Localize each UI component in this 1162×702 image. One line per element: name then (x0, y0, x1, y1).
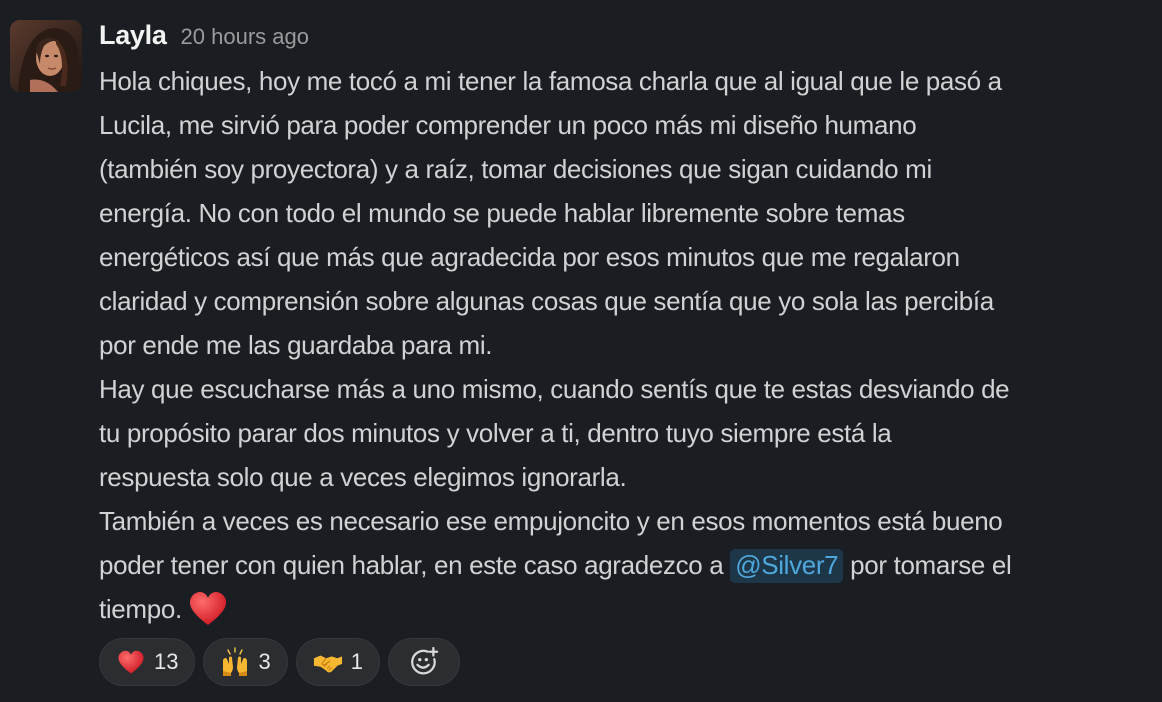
message-line: Hay que escucharse más a uno mismo, cuan… (99, 374, 1010, 404)
avatar-image (10, 20, 82, 92)
chat-message: Layla 20 hours ago Hola chiques, hoy me … (0, 0, 1162, 702)
message-line: claridad y comprensión sobre algunas cos… (99, 286, 994, 316)
add-reaction-button[interactable] (387, 638, 460, 686)
add-reaction-icon (409, 646, 439, 677)
message-header: Layla 20 hours ago (99, 20, 309, 56)
message-line: tu propósito parar dos minutos y volver … (99, 418, 892, 448)
message-line-with-mention: poder tener con quien hablar, en este ca… (99, 543, 1159, 587)
heart-emoji (188, 591, 228, 627)
message-line: respuesta solo que a veces elegimos igno… (99, 462, 627, 492)
user-mention[interactable]: @Silver7 (730, 549, 844, 583)
reaction-count: 13 (154, 649, 179, 674)
message-line: Hola chiques, hoy me tocó a mi tener la … (99, 66, 1002, 96)
message-line: por ende me las guardaba para mi. (99, 330, 493, 360)
message-line: Lucila, me sirvió para poder comprender … (99, 110, 917, 140)
message-line: tiempo. (99, 594, 182, 624)
reaction-raised-hands[interactable]: 3 (203, 638, 288, 686)
avatar[interactable] (10, 20, 82, 92)
reaction-handshake[interactable]: 1 (295, 638, 380, 686)
message-line: energía. No con todo el mundo se puede h… (99, 198, 905, 228)
reaction-count: 1 (350, 649, 363, 674)
author-name[interactable]: Layla (99, 20, 167, 51)
reactions-bar: 13 3 1 (99, 638, 460, 686)
mention-prefix-text: poder tener con quien hablar, en este ca… (99, 550, 731, 580)
reaction-count: 3 (258, 649, 271, 674)
mention-suffix-text: por tomarse el (843, 550, 1012, 580)
timestamp[interactable]: 20 hours ago (181, 24, 309, 50)
message-last-line: tiempo. (99, 587, 1159, 631)
reaction-heart[interactable]: 13 (99, 638, 196, 686)
message-line: También a veces es necesario ese empujon… (99, 506, 1003, 536)
message-body: Hola chiques, hoy me tocó a mi tener la … (99, 59, 1159, 631)
message-line: energéticos así que más que agradecida p… (99, 242, 960, 272)
handshake-emoji (313, 647, 343, 677)
raised-hands-emoji (220, 647, 250, 677)
message-line: (también soy proyectora) y a raíz, tomar… (99, 154, 932, 184)
heart-emoji (116, 647, 146, 677)
